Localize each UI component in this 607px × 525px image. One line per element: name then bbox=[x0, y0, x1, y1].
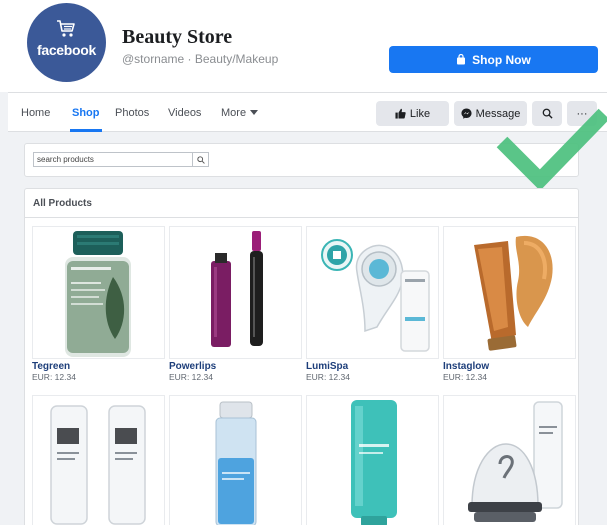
product-search-box bbox=[33, 152, 209, 167]
product-price: EUR: 12.34 bbox=[169, 372, 213, 382]
product-name[interactable]: LumiSpa bbox=[306, 361, 439, 372]
product-image[interactable] bbox=[169, 226, 302, 359]
tab-more[interactable]: More bbox=[221, 93, 259, 132]
product-image[interactable] bbox=[306, 226, 439, 359]
tab-more-label: More bbox=[221, 107, 247, 119]
shopping-bag-icon bbox=[457, 54, 466, 65]
divider bbox=[25, 217, 578, 218]
product-card-lumispa[interactable]: LumiSpa EUR: 12.34 bbox=[306, 226, 439, 382]
shopping-cart-icon bbox=[57, 20, 75, 37]
product-image[interactable] bbox=[169, 395, 302, 525]
product-image[interactable] bbox=[32, 226, 165, 359]
product-card-instaglow[interactable]: Instaglow EUR: 12.34 bbox=[443, 226, 576, 382]
shop-now-label: Shop Now bbox=[472, 52, 531, 67]
tab-photos[interactable]: Photos bbox=[115, 93, 149, 132]
spa-device-icon bbox=[468, 401, 563, 522]
tab-shop[interactable]: Shop bbox=[70, 93, 102, 132]
product-image[interactable] bbox=[306, 395, 439, 525]
page-title[interactable]: Beauty Store bbox=[122, 26, 232, 49]
bronzer-tube-icon bbox=[474, 235, 553, 351]
product-price: EUR: 12.34 bbox=[32, 372, 76, 382]
product-price: EUR: 12.34 bbox=[306, 372, 350, 382]
skin-device-icon bbox=[321, 239, 430, 352]
product-card[interactable] bbox=[443, 395, 576, 525]
product-card-powerlips[interactable]: Powerlips EUR: 12.34 bbox=[169, 226, 302, 382]
supplement-bottle-icon bbox=[65, 231, 131, 357]
page-header: facebook Beauty Store @storname · Beauty… bbox=[0, 0, 607, 92]
like-label: Like bbox=[409, 107, 431, 120]
lipstick-tube-icon bbox=[211, 231, 263, 347]
all-products-panel: All Products Tegreen EUR: 12.34 Powerlip… bbox=[24, 188, 579, 525]
product-name[interactable]: Powerlips bbox=[169, 361, 302, 372]
product-card-tegreen[interactable]: Tegreen EUR: 12.34 bbox=[32, 226, 165, 382]
messenger-icon bbox=[461, 108, 472, 119]
checkmark-icon bbox=[496, 108, 607, 188]
search-input[interactable] bbox=[34, 153, 192, 166]
product-name[interactable]: Tegreen bbox=[32, 361, 165, 372]
product-card[interactable] bbox=[32, 395, 165, 525]
search-submit-button[interactable] bbox=[192, 153, 208, 166]
tab-videos[interactable]: Videos bbox=[168, 93, 201, 132]
product-price: EUR: 12.34 bbox=[443, 372, 487, 382]
logo-wordmark: facebook bbox=[36, 42, 97, 58]
product-card[interactable] bbox=[306, 395, 439, 525]
section-title: All Products bbox=[33, 198, 92, 209]
gel-tube-icon bbox=[351, 400, 397, 525]
thumbs-up-icon bbox=[395, 108, 406, 119]
cream-tubes-icon bbox=[50, 405, 146, 525]
caret-down-icon bbox=[250, 110, 259, 115]
like-button[interactable]: Like bbox=[376, 101, 449, 126]
shop-now-button[interactable]: Shop Now bbox=[389, 46, 598, 73]
product-image[interactable] bbox=[32, 395, 165, 525]
product-image[interactable] bbox=[443, 226, 576, 359]
product-card[interactable] bbox=[169, 395, 302, 525]
tab-home[interactable]: Home bbox=[21, 93, 50, 132]
product-name[interactable]: Instaglow bbox=[443, 361, 576, 372]
search-icon bbox=[196, 155, 205, 164]
product-image[interactable] bbox=[443, 395, 576, 525]
store-logo[interactable]: facebook bbox=[27, 3, 106, 82]
store-subtitle: @storname · Beauty/Makeup bbox=[122, 52, 279, 66]
toner-bottle-icon bbox=[215, 401, 257, 525]
